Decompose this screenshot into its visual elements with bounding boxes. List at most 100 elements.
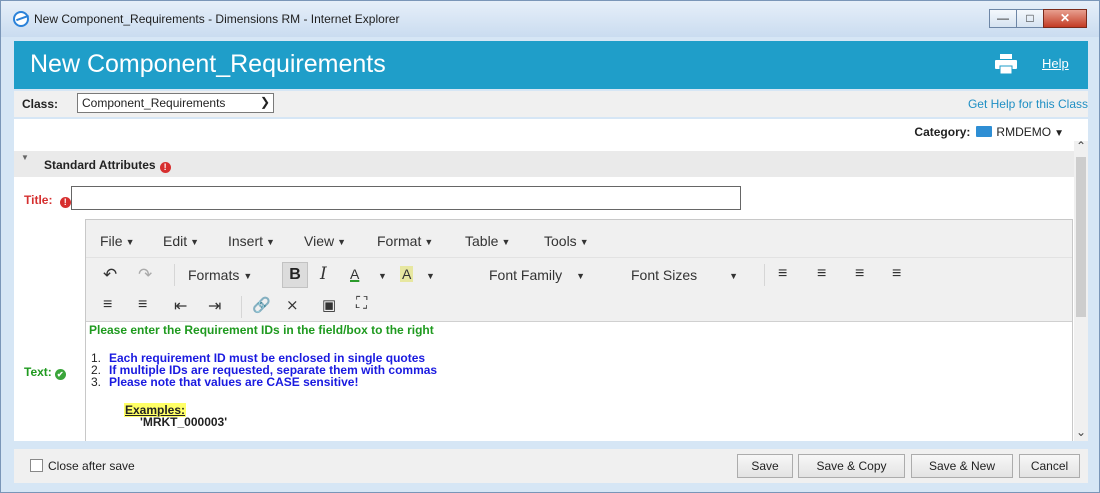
close-after-save-label[interactable]: Close after save [48,459,135,473]
browser-window: New Component_Requirements - Dimensions … [0,0,1100,493]
editor-toolbar-1: ↶ ↷ Formats ▼ B I A ▼ A ▼ Font Family ▼ Fo… [86,258,1072,292]
toolbar-divider [241,296,242,318]
menu-table[interactable]: Table ▼ [465,233,510,249]
help-link[interactable]: Help [1042,56,1069,71]
font-color-button[interactable]: A [350,266,359,282]
indent-icon[interactable]: ⇥ [208,296,221,316]
category-value: RMDEMO [996,125,1052,139]
window-controls: — □ ✕ [989,9,1087,28]
background-color-button[interactable]: A [400,266,414,282]
window-title: New Component_Requirements - Dimensions … [34,12,400,26]
window-titlebar: New Component_Requirements - Dimensions … [1,1,1099,37]
class-select[interactable]: Component_Requirements ❯ [77,93,274,113]
section-title-text: Standard Attributes [44,158,156,172]
formats-dropdown[interactable]: Formats ▼ [188,267,252,283]
standard-attributes-section[interactable]: ▼ Standard Attributes! [14,151,1074,177]
cancel-button[interactable]: Cancel [1019,454,1080,478]
fullscreen-icon[interactable]: ⛶ [356,295,367,313]
image-icon[interactable]: ▣ [322,296,336,314]
bold-button[interactable]: B [282,262,308,288]
close-window-button[interactable]: ✕ [1043,9,1087,28]
rich-text-editor: File ▼ Edit ▼ Insert ▼ View ▼ Format ▼ Table ▼… [85,219,1073,441]
italic-button[interactable]: I [320,264,327,284]
toolbar-divider [174,264,175,286]
instructions-list: 1. Each requirement ID must be enclosed i… [91,352,437,388]
text-label: Text: ✔ [24,365,66,380]
redo-icon[interactable]: ↷ [138,265,152,285]
folder-icon [976,126,993,137]
align-left-icon[interactable]: ≡ [778,265,787,283]
menu-insert[interactable]: Insert ▼ [228,233,275,249]
save-new-button[interactable]: Save & New [911,454,1013,478]
editor-content-area[interactable]: Please enter the Requirement IDs in the … [86,323,1072,441]
category-selector[interactable]: Category: RMDEMO ▼ [914,125,1064,139]
outdent-icon[interactable]: ⇤ [174,296,187,316]
caret-down-icon: ▼ [501,237,511,247]
numbered-list-icon[interactable]: ≡ [138,296,147,314]
page-header: New Component_Requirements Help [14,41,1088,89]
editor-toolbar-2: ≡ ≡ ⇤ ⇥ 🔗 ⨯ ▣ ⛶ [86,292,1072,322]
formats-label: Formats [188,267,240,283]
caret-down-icon: ▼ [729,271,739,281]
title-label-text: Title: [24,193,53,207]
font-sizes-dropdown[interactable]: Font Sizes ▼ [631,267,738,283]
bullet-list-icon[interactable]: ≡ [103,296,112,314]
list-number: 3. [91,375,102,389]
check-icon: ✔ [54,369,66,380]
caret-down-icon[interactable]: ▼ [422,267,435,283]
minimize-button[interactable]: — [989,9,1017,28]
save-copy-button[interactable]: Save & Copy [798,454,905,478]
form-content: Category: RMDEMO ▼ ⌃ ⌄ ▼ Standard Attribut… [14,119,1088,441]
class-row: Class: Component_Requirements ❯ Get Help… [14,91,1088,117]
save-button[interactable]: Save [737,454,793,478]
list-text: Please note that values are CASE sensiti… [109,375,359,389]
title-input[interactable] [71,186,741,210]
close-icon: ✕ [1059,11,1071,25]
scrollbar-thumb[interactable] [1076,157,1086,317]
category-label: Category: [914,125,971,139]
instructions-text: Please enter the Requirement IDs in the … [89,323,434,337]
internet-explorer-icon [13,11,29,27]
text-label-text: Text: [24,365,52,379]
class-label: Class: [22,97,59,111]
caret-down-icon: ▼ [266,237,275,247]
menu-view-label: View [304,233,335,249]
font-sizes-label: Font Sizes [631,267,698,283]
caret-down-icon: ▼ [1054,128,1064,139]
toolbar-divider [764,264,765,286]
caret-down-icon[interactable]: ▼ [374,267,387,283]
print-icon[interactable] [995,54,1017,74]
menu-insert-label: Insert [228,233,264,249]
link-icon[interactable]: 🔗 [252,296,271,314]
font-family-label: Font Family [489,267,563,283]
menu-edit[interactable]: Edit ▼ [163,233,199,249]
maximize-icon: □ [1026,11,1034,25]
menu-tools[interactable]: Tools ▼ [544,233,589,249]
menu-format[interactable]: Format ▼ [377,233,433,249]
align-right-icon[interactable]: ≡ [855,265,864,283]
menu-edit-label: Edit [163,233,188,249]
minimize-icon: — [997,11,1009,25]
font-family-dropdown[interactable]: Font Family ▼ [489,267,585,283]
get-help-class-link[interactable]: Get Help for this Class [968,97,1088,111]
menu-view[interactable]: View ▼ [304,233,346,249]
align-center-icon[interactable]: ≡ [817,265,826,283]
undo-icon[interactable]: ↶ [103,265,117,285]
menu-tools-label: Tools [544,233,577,249]
caret-down-icon: ▼ [337,237,347,247]
close-after-save-checkbox[interactable] [30,459,43,472]
caret-down-icon: ▼ [576,271,586,281]
menu-table-label: Table [465,233,499,249]
required-icon: ! [59,197,71,208]
maximize-button[interactable]: □ [1016,9,1044,28]
unlink-icon[interactable]: ⨯ [286,296,299,314]
scroll-down-icon[interactable]: ⌄ [1074,425,1088,439]
example-value: 'MRKT_000003' [140,415,228,429]
vertical-scrollbar[interactable]: ⌃ ⌄ [1074,139,1088,441]
required-icon: ! [159,162,171,173]
scroll-up-icon[interactable]: ⌃ [1074,139,1088,153]
caret-down-icon: ▼ [424,237,434,247]
menu-file[interactable]: File ▼ [100,233,134,249]
align-justify-icon[interactable]: ≡ [892,265,901,283]
collapse-triangle-icon[interactable]: ▼ [21,153,29,162]
